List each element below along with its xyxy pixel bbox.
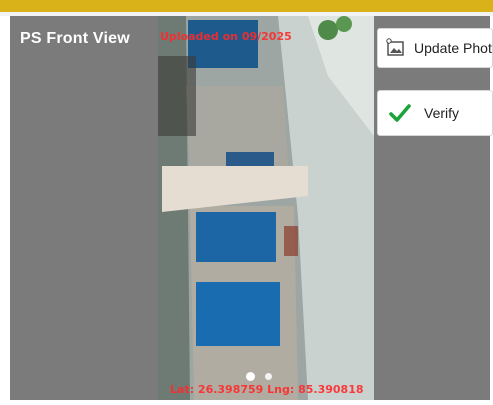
front-view-photo[interactable] (158, 16, 374, 400)
update-photo-button[interactable]: Update Photo (377, 28, 493, 68)
photo-overlay-top: Uploaded on 09/2025 (160, 30, 292, 43)
photo-overlay-coordinates: Lat: 26.398759 Lng: 85.390818 (170, 383, 364, 396)
card-title: PS Front View (20, 30, 130, 47)
verify-label: Verify (424, 105, 460, 121)
update-photo-label: Update Photo (414, 40, 493, 56)
verify-button[interactable]: Verify (377, 90, 493, 136)
photo-illustration (158, 16, 374, 400)
carousel-dot[interactable] (265, 373, 272, 380)
photo-edit-icon (386, 38, 406, 58)
checkmark-icon (388, 101, 412, 125)
top-accent-bar (0, 0, 493, 12)
carousel-dot-active[interactable] (246, 372, 255, 381)
carousel-indicator (246, 372, 272, 381)
